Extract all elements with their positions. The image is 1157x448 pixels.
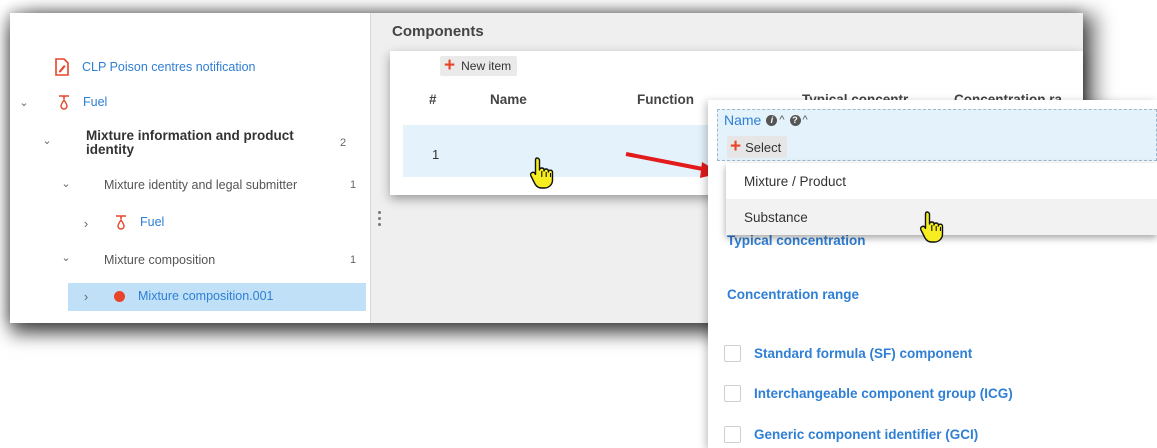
count-badge: 1 [350,254,357,266]
tree-item-label: Fuel [140,215,165,229]
checkbox-label: Generic component identifier (GCI) [754,427,979,442]
tree-item-mixture-identity[interactable]: Mixture identity and legal submitter [104,178,297,192]
typical-concentration-link[interactable]: Typical concentration [727,233,866,248]
name-field-label: Name i ^ ? ^ [724,112,808,128]
document-edit-icon [54,58,70,76]
checkbox-label: Standard formula (SF) component [754,346,973,361]
checkbox[interactable] [724,385,741,402]
column-header-name[interactable]: Name [490,92,527,107]
table-cell-index: 1 [432,147,440,162]
help-icon[interactable]: ? [789,114,801,126]
tree-item-label: Mixture identity and legal submitter [104,178,298,192]
checkbox-row-gci[interactable]: Generic component identifier (GCI) [724,426,978,443]
select-label: Select [745,139,782,155]
column-header-index[interactable]: # [429,92,437,107]
chevron-down-icon[interactable]: ⌄ [41,134,53,147]
chevron-down-icon[interactable]: ⌄ [60,177,72,190]
hand-cursor-icon [529,157,554,189]
caret-up-icon[interactable]: ^ [779,114,784,126]
tree-item-root[interactable]: CLP Poison centres notification [54,58,255,76]
tree-item-mixture-composition[interactable]: Mixture composition [104,253,215,267]
new-item-label: New item [461,59,512,73]
hand-cursor-icon [919,211,944,243]
fuel-drop-icon [57,94,71,110]
tree-item-composition-001[interactable]: Mixture composition.001 [114,289,273,303]
tree-item-label: CLP Poison centres notification [82,60,256,74]
tree-item-fuel-child[interactable]: Fuel [114,214,164,230]
tree-item-mixture-information[interactable]: Mixture information and product identity [86,129,316,157]
splitter-handle[interactable] [378,211,381,227]
chevron-down-icon[interactable]: ⌄ [60,251,72,264]
plus-icon: + [444,55,456,76]
new-item-button[interactable]: + New item [440,55,518,76]
plus-icon: + [730,136,742,157]
concentration-range-link[interactable]: Concentration range [727,287,859,302]
tree-item-label: Fuel [83,95,108,109]
count-badge: 2 [340,137,347,149]
tree-item-label: Mixture composition [104,253,216,267]
info-icon[interactable]: i [766,114,778,126]
dropdown-option-mixture[interactable]: Mixture / Product [726,163,1157,199]
tree-item-label: Mixture composition.001 [138,289,274,303]
fuel-drop-icon [114,214,128,230]
navigation-tree: CLP Poison centres notification ⌄ Fuel ⌄… [10,13,371,323]
checkbox-row-icg[interactable]: Interchangeable component group (ICG) [724,385,1013,402]
red-arrow-icon [625,152,720,178]
status-dot-icon [114,290,125,302]
checkbox[interactable] [724,426,741,443]
count-badge: 1 [350,179,357,191]
select-button[interactable]: + Select [727,136,788,158]
components-title: Components [392,23,484,40]
checkbox-label: Interchangeable component group (ICG) [754,386,1013,401]
tree-item-label: Mixture information and product identity [86,128,294,157]
name-label-text: Name [724,112,762,128]
caret-up-icon[interactable]: ^ [803,114,808,126]
tree-item-fuel[interactable]: Fuel [57,94,107,110]
checkbox-row-sf[interactable]: Standard formula (SF) component [724,345,972,362]
column-header-function[interactable]: Function [637,92,694,107]
chevron-right-icon[interactable]: › [80,289,92,304]
chevron-down-icon[interactable]: ⌄ [18,96,30,109]
chevron-right-icon[interactable]: › [80,216,92,231]
checkbox[interactable] [724,345,741,362]
